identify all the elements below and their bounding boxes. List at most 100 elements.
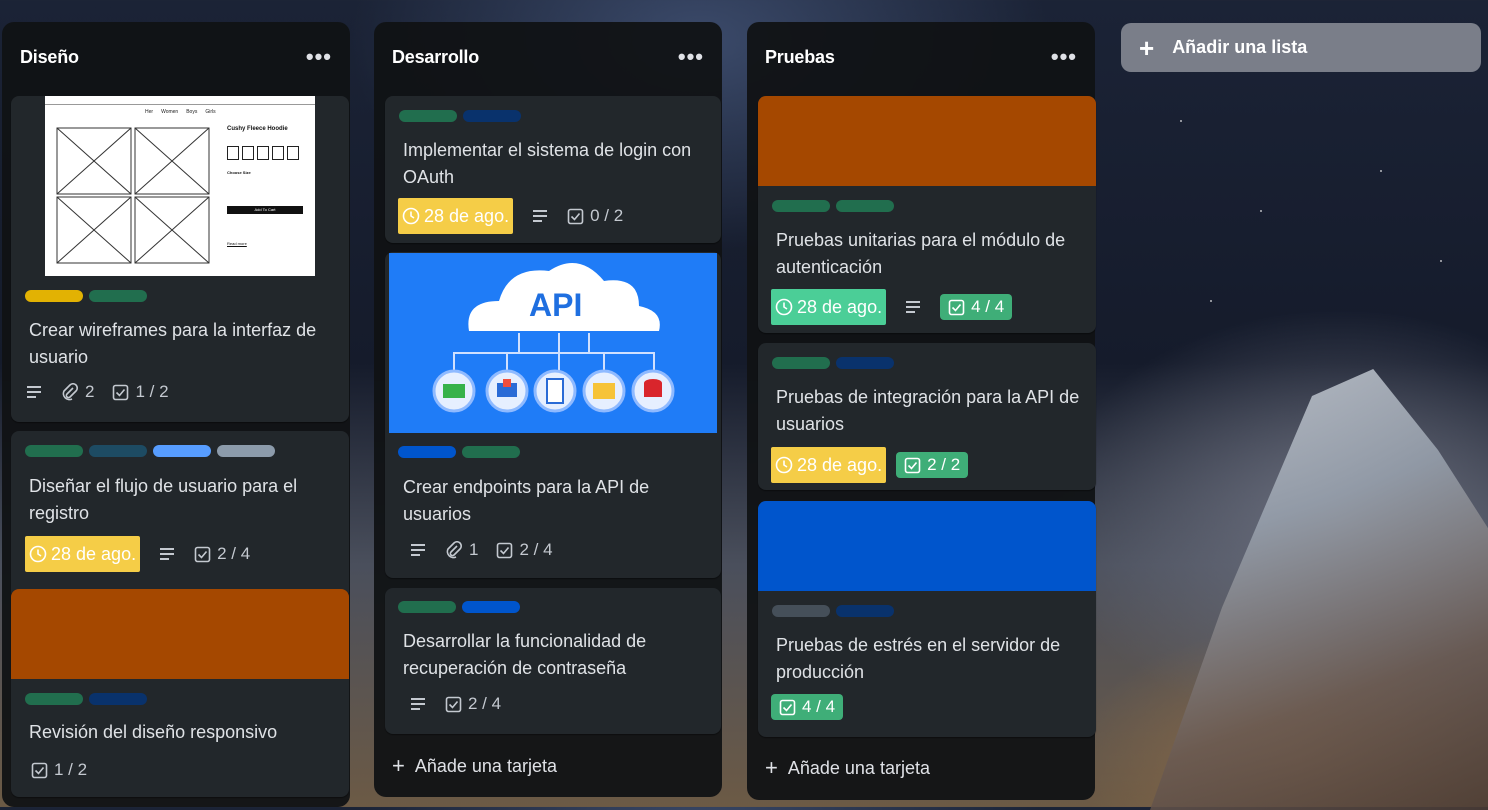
card-badges: 28 de ago. 2 / 4 [25, 536, 250, 572]
background-star [1210, 300, 1212, 302]
card-labels [25, 693, 147, 705]
clock-icon [402, 207, 420, 225]
label-gray[interactable] [217, 445, 275, 457]
card-labels [398, 446, 520, 458]
label-green[interactable] [399, 110, 457, 122]
due-date-badge[interactable]: 28 de ago. [398, 198, 514, 234]
api-illustration [432, 263, 675, 413]
plus-icon: + [765, 755, 778, 780]
card-title: Desarrollar la funcionalidad de recupera… [403, 631, 647, 678]
list-menu-button[interactable]: ••• [306, 46, 332, 68]
add-card-button[interactable]: + Añade una tarjeta [392, 755, 557, 777]
wireframe-image-grid [56, 127, 210, 264]
label-green[interactable] [462, 446, 520, 458]
label-green[interactable] [89, 290, 147, 302]
background-star [1260, 210, 1262, 212]
label-teal[interactable] [89, 445, 147, 457]
card-badges: 28 de ago. 0 / 2 [398, 198, 623, 234]
add-list-button[interactable]: + Añadir una lista [1121, 23, 1481, 72]
attachment-icon [446, 541, 463, 559]
description-icon [531, 209, 549, 223]
checklist-count: 1 / 2 [54, 760, 88, 779]
add-card-button[interactable]: + Añade una tarjeta [765, 757, 930, 779]
label-blue[interactable] [462, 601, 520, 613]
add-card-label: Añade una tarjeta [414, 755, 557, 776]
checklist-icon [948, 299, 965, 315]
card-cover-blue [758, 501, 1096, 591]
due-date-badge[interactable]: 28 de ago. [25, 536, 141, 572]
card-title: Crear wireframes para la interfaz de usu… [29, 320, 317, 367]
plus-icon: + [1139, 32, 1155, 63]
card-title: Pruebas de integración para la API de us… [776, 387, 1080, 434]
due-date-badge[interactable]: 28 de ago. [771, 289, 887, 325]
label-blue[interactable] [836, 357, 894, 369]
label-green[interactable] [772, 200, 830, 212]
label-blue[interactable] [398, 446, 456, 458]
due-date-text: 28 de ago. [424, 205, 510, 226]
background-star [1440, 260, 1442, 262]
api-cover-text: API [529, 287, 583, 323]
checklist-badge-complete: 4 / 4 [940, 294, 1013, 320]
card-badges: 28 de ago. 2 / 2 [771, 447, 969, 483]
wireframe-cover-image: Her Women Boys Girls Cushy Fleece Hoodie [45, 96, 315, 276]
label-green[interactable] [25, 693, 83, 705]
attachment-count: 2 [85, 382, 95, 401]
list-header: Desarrollo ••• [374, 22, 722, 92]
card-labels [772, 357, 894, 369]
card-badges: 2 1 / 2 [25, 382, 169, 402]
card-pruebas-unitarias[interactable]: Pruebas unitarias para el módulo de aute… [758, 96, 1096, 333]
label-green[interactable] [836, 200, 894, 212]
checklist-count: 2 / 4 [519, 540, 553, 559]
label-yellow[interactable] [25, 290, 83, 302]
card-implementar-login[interactable]: Implementar el sistema de login con OAut… [385, 96, 721, 243]
card-recuperacion-contrasena[interactable]: Desarrollar la funcionalidad de recupera… [385, 588, 721, 734]
card-cover-orange [11, 589, 349, 679]
list-menu-button[interactable]: ••• [1051, 46, 1077, 68]
checklist-count: 2 / 4 [217, 544, 251, 563]
card-revision-diseno[interactable]: Revisión del diseño responsivo 1 / 2 [11, 589, 349, 797]
checklist-count: 4 / 4 [802, 697, 836, 716]
label-green[interactable] [398, 601, 456, 613]
background-star [1380, 170, 1382, 172]
clock-icon [775, 456, 793, 474]
clock-icon [775, 298, 793, 316]
due-date-text: 28 de ago. [797, 454, 883, 475]
card-pruebas-integracion[interactable]: Pruebas de integración para la API de us… [758, 343, 1096, 490]
checklist-badge: 1 / 2 [112, 382, 169, 402]
checklist-icon [567, 208, 584, 224]
checklist-badge: 2 / 4 [194, 544, 250, 564]
card-crear-wireframes[interactable]: Her Women Boys Girls Cushy Fleece Hoodie [11, 96, 349, 422]
add-card-label: Añade una tarjeta [787, 757, 930, 778]
label-dark-gray[interactable] [772, 605, 830, 617]
checklist-icon [194, 546, 211, 562]
wireframe-size-label: Choose Size [227, 170, 251, 175]
label-blue[interactable] [463, 110, 521, 122]
label-green[interactable] [25, 445, 83, 457]
checklist-badge: 1 / 2 [31, 760, 87, 780]
label-blue[interactable] [836, 605, 894, 617]
card-crear-endpoints[interactable]: API Crear endpoints para la API de usuar… [385, 252, 721, 578]
card-title: Diseñar el flujo de usuario para el regi… [29, 476, 298, 523]
list-title: Desarrollo [392, 46, 480, 67]
card-pruebas-estres[interactable]: Pruebas de estrés en el servidor de prod… [758, 501, 1096, 737]
background-star [1180, 120, 1182, 122]
checklist-icon [497, 542, 513, 558]
list-diseno: Diseño ••• Her Women Boys Girls Cushy Fl… [2, 22, 350, 807]
card-labels [772, 605, 894, 617]
list-pruebas: Pruebas ••• Pruebas unitarias para el mó… [747, 22, 1096, 800]
description-icon [25, 385, 43, 399]
due-date-badge[interactable]: 28 de ago. [771, 447, 887, 483]
list-menu-button[interactable]: ••• [678, 46, 704, 68]
attachment-count: 1 [469, 540, 479, 559]
background-mountain [1150, 369, 1488, 810]
label-light-blue[interactable] [153, 445, 211, 457]
card-disenar-flujo[interactable]: Diseñar el flujo de usuario para el regi… [11, 431, 349, 599]
label-green[interactable] [772, 357, 830, 369]
clock-icon [29, 545, 47, 563]
label-blue[interactable] [89, 693, 147, 705]
card-labels [25, 445, 275, 457]
due-date-text: 28 de ago. [51, 543, 137, 564]
checklist-badge: 0 / 2 [567, 206, 623, 226]
card-badges: 1 / 2 [31, 760, 87, 780]
checklist-count: 1 / 2 [135, 382, 169, 401]
